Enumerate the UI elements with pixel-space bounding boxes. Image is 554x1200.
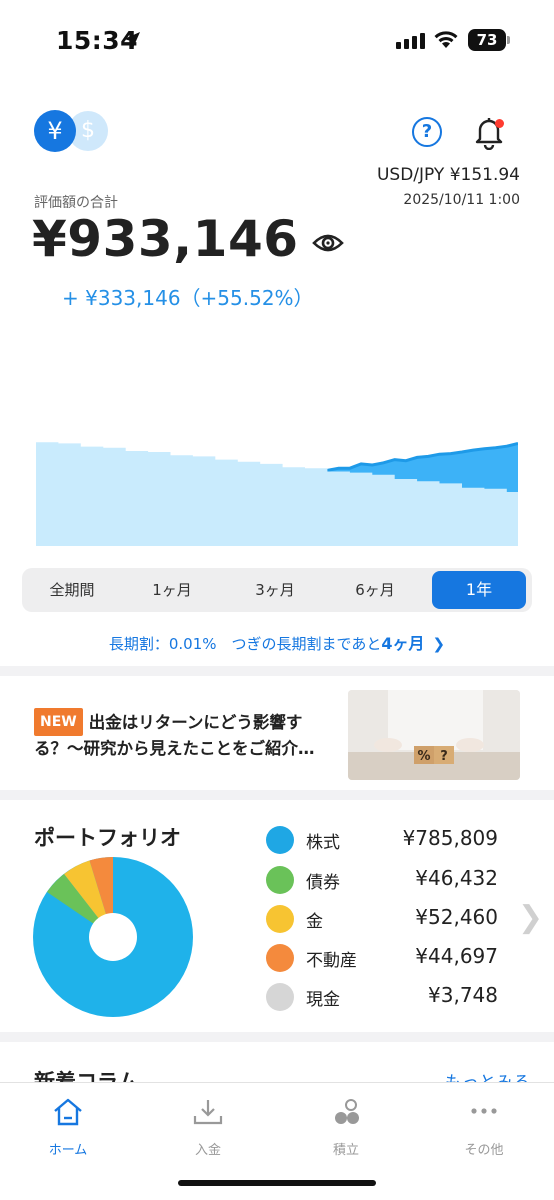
fx-timestamp: 2025/10/11 1:00 xyxy=(403,192,520,208)
cellular-signal-icon xyxy=(396,33,425,49)
building-icon xyxy=(266,944,294,972)
svg-text:%: % xyxy=(417,749,430,764)
asset-value: ¥46,432 xyxy=(415,866,498,890)
section-divider xyxy=(0,790,554,800)
asset-row: 不動産 ¥44,697 xyxy=(266,942,506,974)
article-title: NEW 出金はリターンにどう影響する？〜研究から見えたことをご紹介… xyxy=(34,708,334,762)
asset-name: 金 xyxy=(306,912,323,932)
asset-value: ¥3,748 xyxy=(428,983,498,1007)
tab-home-label: ホーム xyxy=(48,1143,88,1158)
asset-name: 債券 xyxy=(306,873,340,893)
tab-deposit-label: 入金 xyxy=(194,1143,221,1158)
notification-badge xyxy=(495,119,504,128)
period-selector: 全期間 1ヶ月 3ヶ月 6ヶ月 1年 xyxy=(22,568,532,612)
asset-value: ¥44,697 xyxy=(415,944,498,968)
portfolio-donut-chart xyxy=(33,856,193,1017)
location-arrow-icon xyxy=(124,32,140,48)
section-divider xyxy=(0,666,554,676)
longterm-discount-link[interactable]: 長期割：0.01% つぎの長期割まであと4ヶ月 ❯ xyxy=(0,630,554,654)
wifi-icon xyxy=(434,31,458,48)
asset-row: 債券 ¥46,432 xyxy=(266,864,506,896)
eye-icon[interactable] xyxy=(312,232,344,254)
help-icon[interactable]: ? xyxy=(412,117,442,147)
currency-toggle[interactable]: ¥ $ xyxy=(34,110,114,154)
longterm-text: 長期割：0.01% つぎの長期割まであと xyxy=(108,635,382,653)
chevron-right-icon[interactable]: ❯ xyxy=(518,900,543,935)
article-thumbnail: % ? xyxy=(348,690,520,780)
asset-name: 現金 xyxy=(306,990,340,1010)
status-bar: 15:34 73 xyxy=(0,0,554,82)
period-tab[interactable]: 1ヶ月 xyxy=(130,568,214,612)
asset-row: 現金 ¥3,748 xyxy=(266,981,506,1013)
period-tab[interactable]: 全期間 xyxy=(30,568,114,612)
period-tab[interactable]: 6ヶ月 xyxy=(330,568,420,612)
gold-icon xyxy=(266,905,294,933)
section-divider xyxy=(0,1032,554,1042)
more-icon xyxy=(471,1108,497,1114)
battery-indicator: 73 xyxy=(468,29,506,51)
tab-more-label: その他 xyxy=(464,1143,504,1158)
portfolio-title: ポートフォリオ xyxy=(34,826,181,850)
column-section-header: 新着コラム もっとみる xyxy=(0,1046,554,1084)
asset-value: ¥785,809 xyxy=(402,826,498,850)
notification-button[interactable] xyxy=(472,114,506,151)
asset-row: 株式 ¥785,809 xyxy=(266,824,506,856)
tab-savings-label: 積立 xyxy=(332,1143,359,1158)
portfolio-section[interactable]: ポートフォリオ 株式 ¥785,809 債券 ¥46,432 金 ¥52,460 不動産 ¥4… xyxy=(0,802,554,1032)
bank-icon xyxy=(266,826,294,854)
tab-home[interactable]: ホーム xyxy=(28,1097,108,1158)
chevron-right-icon: ❯ xyxy=(432,635,446,653)
fx-rate: USD/JPY ¥151.94 xyxy=(376,165,520,185)
svg-text:?: ? xyxy=(440,749,448,764)
cash-icon xyxy=(266,983,294,1011)
tab-savings[interactable]: 積立 xyxy=(306,1097,386,1158)
asset-value: ¥52,460 xyxy=(415,905,498,929)
battery-cap xyxy=(507,36,510,44)
tab-deposit[interactable]: 入金 xyxy=(168,1097,248,1158)
period-tab[interactable]: 3ヶ月 xyxy=(230,568,320,612)
period-tab[interactable]: 1年 xyxy=(432,571,526,609)
asset-name: 不動産 xyxy=(306,951,357,971)
article-card[interactable]: NEW 出金はリターンにどう影響する？〜研究から見えたことをご紹介… % ? xyxy=(0,678,554,790)
longterm-months: 4ヶ月 xyxy=(381,634,425,653)
tab-more[interactable]: その他 xyxy=(444,1097,524,1158)
asset-row: 金 ¥52,460 xyxy=(266,903,506,935)
asset-name: 株式 xyxy=(306,833,340,853)
yen-currency-button[interactable]: ¥ xyxy=(34,110,76,152)
home-indicator xyxy=(178,1180,376,1186)
valuation-chart xyxy=(36,441,518,546)
new-badge: NEW xyxy=(34,708,83,736)
total-value: ¥933,146 xyxy=(32,210,299,268)
home-icon xyxy=(54,1098,82,1126)
deposit-icon xyxy=(193,1100,223,1125)
savings-icon xyxy=(335,1099,359,1124)
total-gain: + ¥333,146（+55.52%） xyxy=(62,286,314,310)
total-label: 評価額の合計 xyxy=(34,195,118,211)
bond-icon xyxy=(266,866,294,894)
